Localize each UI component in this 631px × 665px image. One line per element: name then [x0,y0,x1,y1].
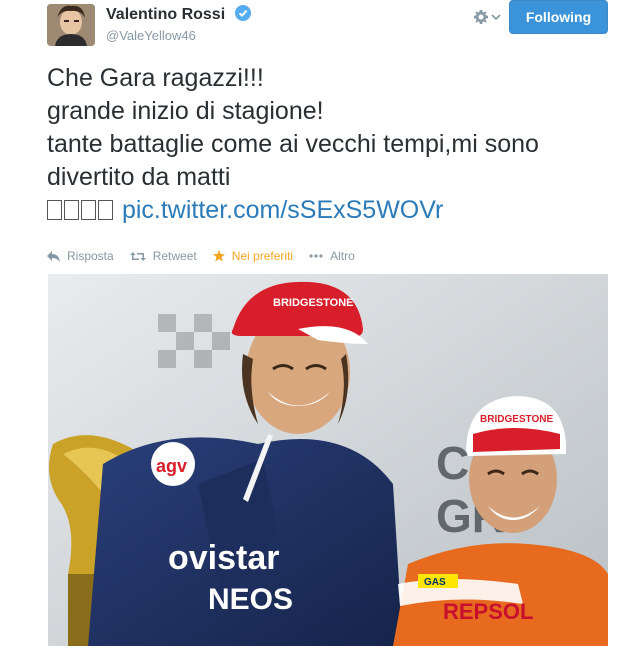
verified-badge-icon [234,5,251,26]
tweet-header: Valentino Rossi @ValeYellow46 Following [0,0,631,52]
author-name[interactable]: Valentino Rossi [106,5,251,26]
favorite-label: Nei preferiti [231,249,294,263]
suit-text-eneos: NEOS [208,583,293,616]
agv-logo: agv [156,456,187,476]
author-handle[interactable]: @ValeYellow46 [106,28,196,43]
avatar[interactable] [47,4,95,46]
cap-right-brand: BRIDGESTONE [480,414,553,425]
tweet-media-link[interactable]: pic.twitter.com/sSExS5WOVr [122,196,443,224]
tweet-photo[interactable]: C GR ovistar NEOS agv BRIDGESTONE REPSOL… [48,274,608,646]
gear-icon [474,10,488,24]
missing-glyph-icon [98,200,113,220]
tweet-line-4: divertito da matti [47,163,231,191]
star-icon [212,250,225,262]
tweet-actions: Risposta Retweet Nei preferiti Altro [47,247,371,265]
cap-left-brand: BRIDGESTONE [273,297,353,309]
reply-button[interactable]: Risposta [47,249,114,263]
reply-icon [47,250,60,262]
missing-glyph-icon [81,200,96,220]
favorite-button[interactable]: Nei preferiti [212,249,294,263]
retweet-icon [129,251,146,261]
tweet-line-5: pic.twitter.com/sSExS5WOVr [47,194,617,227]
suit-text-movistar: ovistar [168,539,280,577]
tweet-line-1: Che Gara ragazzi!!! [47,64,264,92]
tweet-text: Che Gara ragazzi!!! grande inizio di sta… [47,62,617,227]
podium-photo: C GR ovistar NEOS agv BRIDGESTONE REPSOL… [48,274,608,646]
gas-badge: GAS [424,577,446,588]
missing-glyph-icon [64,200,79,220]
chevron-down-icon [491,14,501,21]
missing-glyph-icon [47,200,62,220]
tweet-line-3: tante battaglie come ai vecchi tempi,mi … [47,130,539,158]
more-label: Altro [330,249,355,263]
following-button[interactable]: Following [509,0,608,34]
settings-menu-button[interactable] [473,8,505,26]
retweet-button[interactable]: Retweet [129,249,197,263]
tweet-line-2: grande inizio di stagione! [47,97,324,125]
retweet-label: Retweet [152,249,197,263]
author-name-text[interactable]: Valentino Rossi [106,6,225,23]
background-text-1: C [436,437,469,489]
more-button[interactable]: Altro [309,249,355,263]
more-dots-icon [309,254,323,258]
reply-label: Risposta [67,249,114,263]
suit-text-repsol: REPSOL [443,599,533,624]
